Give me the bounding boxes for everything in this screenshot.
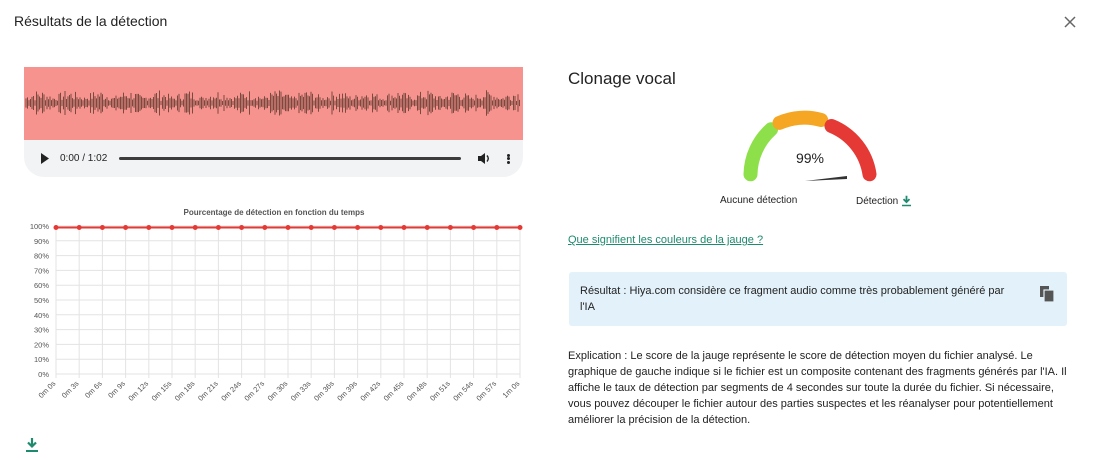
explanation-text: Explication : Le score de la jauge repré…: [568, 350, 1067, 426]
x-tick-label: 0m 33s: [289, 379, 313, 403]
x-tick-label: 0m 30s: [266, 379, 290, 403]
data-point[interactable]: [285, 224, 291, 230]
modal-title: Résultats de la détection: [14, 13, 168, 29]
data-point[interactable]: [401, 224, 407, 230]
data-point[interactable]: [169, 224, 175, 230]
data-point[interactable]: [215, 224, 221, 230]
data-point[interactable]: [308, 224, 314, 230]
y-tick-label: 10%: [34, 355, 49, 364]
volume-icon[interactable]: [477, 152, 491, 166]
result-text: Résultat : Hiya.com considère ce fragmen…: [580, 285, 1005, 313]
progress-slider[interactable]: [119, 157, 461, 160]
x-tick-label: 0m 12s: [126, 379, 150, 403]
data-point[interactable]: [262, 224, 268, 230]
x-tick-label: 0m 15s: [150, 379, 174, 403]
data-point[interactable]: [447, 224, 453, 230]
x-tick-label: 0m 9s: [106, 379, 127, 400]
section-title: Clonage vocal: [568, 69, 676, 88]
data-point[interactable]: [494, 224, 500, 230]
download-icon[interactable]: [25, 437, 39, 453]
y-tick-label: 50%: [34, 296, 49, 305]
data-point[interactable]: [146, 224, 152, 230]
data-point[interactable]: [517, 224, 523, 230]
data-point[interactable]: [192, 224, 198, 230]
x-tick-label: 0m 39s: [335, 379, 359, 403]
gauge-segment-mid: [772, 110, 829, 130]
gauge-segment-low: [743, 122, 779, 182]
gauge-needle: [805, 176, 847, 181]
y-tick-label: 30%: [34, 326, 49, 335]
gauge-value: 99%: [795, 150, 825, 166]
data-point[interactable]: [99, 224, 105, 230]
x-tick-label: 0m 27s: [242, 379, 266, 403]
x-tick-label: 0m 6s: [83, 379, 104, 400]
y-tick-label: 100%: [30, 222, 50, 231]
data-point[interactable]: [424, 224, 430, 230]
data-point[interactable]: [471, 224, 477, 230]
result-box: Résultat : Hiya.com considère ce fragmen…: [569, 272, 1067, 326]
x-tick-label: 1m 0s: [501, 379, 522, 400]
y-tick-label: 70%: [34, 266, 49, 275]
y-tick-label: 90%: [34, 237, 49, 246]
gauge-right-label-text: Détection: [856, 195, 899, 207]
x-tick-label: 0m 42s: [358, 379, 382, 403]
data-point[interactable]: [355, 224, 361, 230]
data-point[interactable]: [378, 224, 384, 230]
gauge-right-label[interactable]: Détection: [856, 195, 912, 207]
help-link[interactable]: Que signifient les couleurs de la jauge …: [568, 234, 763, 246]
close-icon[interactable]: [1058, 10, 1082, 34]
y-tick-label: 60%: [34, 281, 49, 290]
data-point[interactable]: [76, 224, 82, 230]
x-tick-label: 0m 3s: [60, 379, 81, 400]
data-point[interactable]: [331, 224, 337, 230]
data-point[interactable]: [123, 224, 129, 230]
x-tick-label: 0m 48s: [405, 379, 429, 403]
x-tick-label: 0m 57s: [474, 379, 498, 403]
gauge-left-label: Aucune détection: [720, 195, 798, 206]
player-time: 0:00 / 1:02: [60, 153, 108, 164]
y-tick-label: 20%: [34, 340, 49, 349]
y-tick-label: 40%: [34, 311, 49, 320]
x-tick-label: 0m 24s: [219, 379, 243, 403]
y-tick-label: 80%: [34, 252, 49, 261]
data-point[interactable]: [53, 224, 59, 230]
copy-icon[interactable]: [1039, 285, 1055, 303]
chart-title: Pourcentage de détection en fonction du …: [184, 208, 365, 217]
x-tick-label: 0m 51s: [428, 379, 452, 403]
waveform-path: [25, 90, 520, 116]
x-tick-label: 0m 21s: [196, 379, 220, 403]
detection-chart: Pourcentage de détection en fonction du …: [30, 208, 523, 403]
play-icon[interactable]: [38, 152, 52, 166]
x-tick-label: 0m 18s: [173, 379, 197, 403]
waveform[interactable]: [24, 67, 523, 140]
data-point[interactable]: [239, 224, 245, 230]
x-tick-label: 0m 54s: [451, 379, 475, 403]
x-tick-label: 0m 45s: [382, 379, 406, 403]
more-options-icon[interactable]: [503, 152, 513, 166]
y-tick-label: 0%: [38, 370, 49, 379]
download-icon[interactable]: [901, 195, 912, 207]
x-tick-label: 0m 0s: [37, 379, 58, 400]
x-tick-label: 0m 36s: [312, 379, 336, 403]
audio-player: 0:00 / 1:02: [24, 140, 523, 177]
